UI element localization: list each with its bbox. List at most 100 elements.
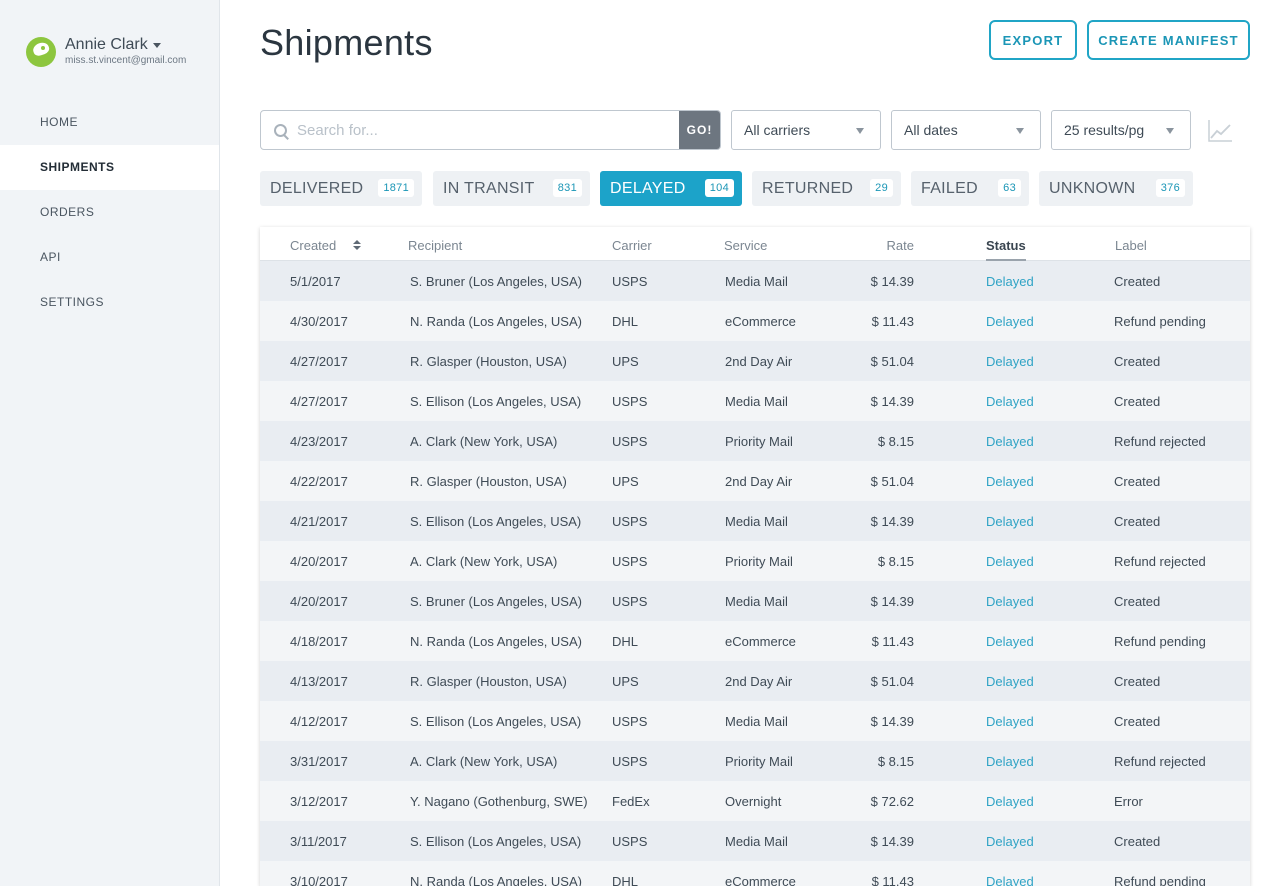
tab-returned[interactable]: RETURNED 29	[752, 171, 901, 206]
chevron-down-icon	[856, 128, 864, 134]
cell-created: 3/12/2017	[290, 794, 348, 809]
table-row[interactable]: 4/30/2017 N. Randa (Los Angeles, USA) DHL e…	[260, 301, 1250, 341]
cell-carrier: USPS	[612, 554, 648, 569]
column-header-service[interactable]: Service	[724, 238, 767, 253]
column-header-created[interactable]: Created	[290, 238, 336, 253]
cell-service: Priority Mail	[725, 554, 793, 569]
sidebar-item-home[interactable]: HOME	[0, 100, 219, 145]
table-row[interactable]: 4/27/2017 S. Ellison (Los Angeles, USA) US…	[260, 381, 1250, 421]
cell-rate: $ 8.15	[877, 754, 914, 769]
carrier-select-value: All carriers	[744, 122, 811, 138]
cell-carrier: USPS	[612, 394, 648, 409]
cell-status[interactable]: Delayed	[986, 834, 1034, 849]
column-header-carrier[interactable]: Carrier	[612, 238, 652, 253]
sidebar-item-api[interactable]: API	[0, 235, 219, 280]
cell-rate: $ 14.39	[870, 514, 914, 529]
export-button[interactable]: EXPORT	[989, 20, 1077, 60]
go-button[interactable]: GO!	[679, 111, 720, 149]
cell-carrier: DHL	[612, 634, 639, 649]
sort-icon[interactable]	[353, 240, 361, 250]
search-box: GO!	[260, 110, 721, 150]
cell-status[interactable]: Delayed	[986, 474, 1034, 489]
table-row[interactable]: 3/12/2017 Y. Nagano (Gothenburg, SWE) FedE…	[260, 781, 1250, 821]
cell-rate: $ 11.43	[871, 314, 914, 329]
cell-label: Created	[1114, 514, 1161, 529]
user-name[interactable]: Annie Clark	[65, 36, 186, 54]
cell-label: Created	[1114, 834, 1161, 849]
cell-rate: $ 8.15	[877, 434, 914, 449]
tab-unknown[interactable]: UNKNOWN 376	[1039, 171, 1193, 206]
column-header-rate[interactable]: Rate	[844, 238, 914, 253]
cell-status[interactable]: Delayed	[986, 274, 1034, 289]
sidebar-item-settings[interactable]: SETTINGS	[0, 280, 219, 325]
date-select[interactable]: All dates	[891, 110, 1041, 150]
table-row[interactable]: 4/20/2017 S. Bruner (Los Angeles, USA) USP…	[260, 581, 1250, 621]
cell-rate: $ 51.04	[870, 674, 914, 689]
carrier-select[interactable]: All carriers	[731, 110, 881, 150]
cell-carrier: UPS	[612, 354, 639, 369]
cell-status[interactable]: Delayed	[986, 594, 1034, 609]
table-row[interactable]: 4/18/2017 N. Randa (Los Angeles, USA) DHL e…	[260, 621, 1250, 661]
line-chart-icon[interactable]	[1207, 118, 1233, 144]
table-row[interactable]: 4/22/2017 R. Glasper (Houston, USA) UPS 2nd…	[260, 461, 1250, 501]
table-row[interactable]: 3/11/2017 S. Ellison (Los Angeles, USA) US…	[260, 821, 1250, 861]
cell-status[interactable]: Delayed	[986, 634, 1034, 649]
table-row[interactable]: 4/21/2017 S. Ellison (Los Angeles, USA) US…	[260, 501, 1250, 541]
page-title: Shipments	[260, 22, 433, 63]
cell-created: 3/31/2017	[290, 754, 348, 769]
cell-status[interactable]: Delayed	[986, 794, 1034, 809]
cell-service: 2nd Day Air	[725, 674, 793, 689]
table-row[interactable]: 4/27/2017 R. Glasper (Houston, USA) UPS 2nd…	[260, 341, 1250, 381]
cell-rate: $ 8.15	[877, 554, 914, 569]
tab-in-transit[interactable]: IN TRANSIT 831	[433, 171, 590, 206]
chevron-down-icon	[1016, 128, 1024, 134]
cell-created: 4/22/2017	[290, 474, 348, 489]
table-row[interactable]: 4/23/2017 A. Clark (New York, USA) USPS Pri…	[260, 421, 1250, 461]
table-header: Created Recipient Carrier Service Rate Status…	[260, 227, 1250, 261]
table-row[interactable]: 5/1/2017 S. Bruner (Los Angeles, USA) USPS…	[260, 261, 1250, 301]
table-row[interactable]: 3/10/2017 N. Randa (Los Angeles, USA) DHL e…	[260, 861, 1250, 886]
cell-status[interactable]: Delayed	[986, 754, 1034, 769]
sidebar: Annie Clark miss.st.vincent@gmail.com HO…	[0, 0, 220, 886]
cell-carrier: UPS	[612, 674, 639, 689]
cell-status[interactable]: Delayed	[986, 674, 1034, 689]
cell-recipient: A. Clark (New York, USA)	[410, 754, 558, 769]
cell-status[interactable]: Delayed	[986, 554, 1034, 569]
cell-status[interactable]: Delayed	[986, 514, 1034, 529]
sidebar-item-shipments[interactable]: SHIPMENTS	[0, 145, 219, 190]
cell-status[interactable]: Delayed	[986, 354, 1034, 369]
table-row[interactable]: 3/31/2017 A. Clark (New York, USA) USPS Pri…	[260, 741, 1250, 781]
results-per-page-select[interactable]: 25 results/pg	[1051, 110, 1191, 150]
create-manifest-button[interactable]: CREATE MANIFEST	[1087, 20, 1250, 60]
cell-rate: $ 51.04	[870, 474, 914, 489]
column-header-recipient[interactable]: Recipient	[408, 238, 462, 253]
cell-status[interactable]: Delayed	[986, 314, 1034, 329]
tab-label: FAILED	[921, 179, 978, 197]
cell-rate: $ 14.39	[870, 834, 914, 849]
cell-created: 4/27/2017	[290, 394, 348, 409]
cell-carrier: USPS	[612, 274, 648, 289]
cell-created: 4/20/2017	[290, 594, 348, 609]
cell-service: Media Mail	[725, 394, 788, 409]
table-row[interactable]: 4/12/2017 S. Ellison (Los Angeles, USA) US…	[260, 701, 1250, 741]
cell-status[interactable]: Delayed	[986, 874, 1034, 886]
cell-label: Refund pending	[1114, 874, 1206, 886]
cell-status[interactable]: Delayed	[986, 434, 1034, 449]
tab-delayed[interactable]: DELAYED 104	[600, 171, 742, 206]
table-row[interactable]: 4/20/2017 A. Clark (New York, USA) USPS Pri…	[260, 541, 1250, 581]
user-menu[interactable]: Annie Clark miss.st.vincent@gmail.com	[26, 36, 186, 67]
cell-status[interactable]: Delayed	[986, 714, 1034, 729]
tab-delivered[interactable]: DELIVERED 1871	[260, 171, 422, 206]
cell-label: Created	[1114, 714, 1161, 729]
column-header-status[interactable]: Status	[986, 238, 1026, 261]
table-row[interactable]: 4/13/2017 R. Glasper (Houston, USA) UPS 2nd…	[260, 661, 1250, 701]
tab-label: DELIVERED	[270, 179, 364, 197]
cell-rate: $ 72.62	[870, 794, 914, 809]
sidebar-item-orders[interactable]: ORDERS	[0, 190, 219, 235]
column-header-label[interactable]: Label	[1115, 238, 1147, 253]
search-input[interactable]	[297, 111, 679, 149]
cell-service: eCommerce	[725, 314, 796, 329]
cell-status[interactable]: Delayed	[986, 394, 1034, 409]
tab-failed[interactable]: FAILED 63	[911, 171, 1029, 206]
cell-service: eCommerce	[725, 634, 796, 649]
